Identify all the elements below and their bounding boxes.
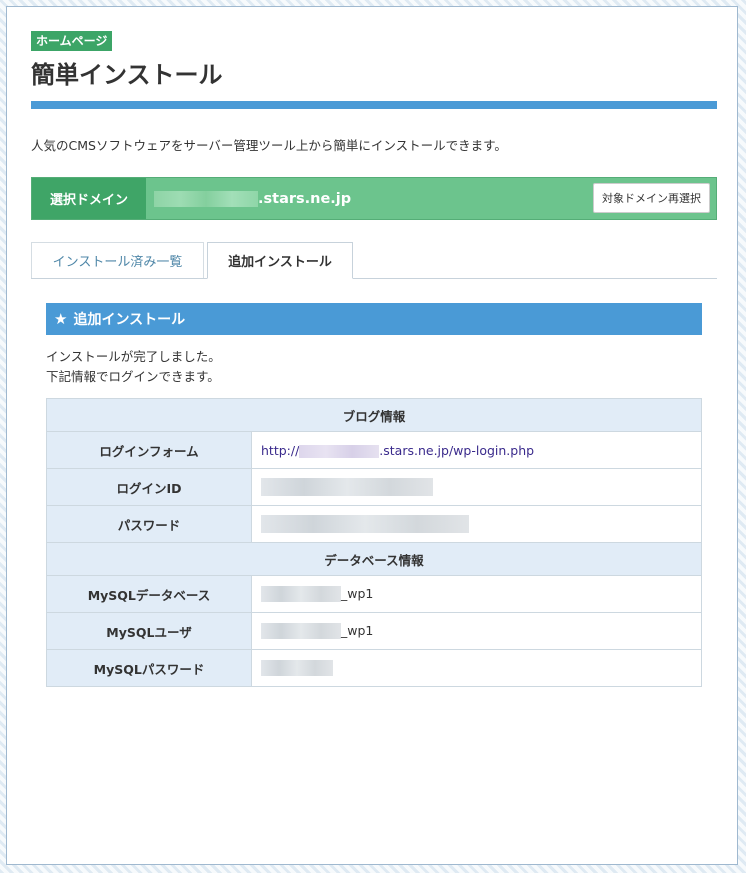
login-url-suffix: .stars.ne.jp/wp-login.php bbox=[379, 442, 535, 458]
table-row: ログインフォーム http:// .stars.ne.jp/wp-login.ph… bbox=[46, 431, 702, 469]
mysql-database-label: MySQLデータベース bbox=[46, 575, 252, 613]
login-form-label: ログインフォーム bbox=[46, 431, 252, 469]
table-row: MySQLユーザ _wp1 bbox=[46, 612, 702, 650]
redacted-login-id bbox=[261, 478, 433, 496]
tab-add-install[interactable]: 追加インストール bbox=[207, 242, 353, 279]
login-id-label: ログインID bbox=[46, 468, 252, 506]
completion-message: インストールが完了しました。 下記情報でログインできます。 bbox=[46, 347, 221, 387]
password-label: パスワード bbox=[46, 505, 252, 543]
homepage-badge: ホームページ bbox=[31, 31, 113, 51]
section-header: ★ 追加インストール bbox=[46, 303, 702, 335]
redacted-db-password bbox=[261, 660, 333, 677]
domain-suffix: .stars.ne.jp bbox=[258, 190, 352, 207]
redacted-db-user bbox=[261, 623, 341, 640]
domain-selector-bar: 選択ドメイン .stars.ne.jp 対象ドメイン再選択 bbox=[31, 177, 717, 220]
database-info-header: データベース情報 bbox=[46, 542, 702, 576]
message-line-1: インストールが完了しました。 bbox=[46, 349, 221, 364]
selected-domain: .stars.ne.jp bbox=[154, 190, 352, 207]
blog-info-header: ブログ情報 bbox=[46, 398, 702, 432]
message-line-2: 下記情報でログインできます。 bbox=[46, 369, 220, 384]
section-title: 追加インストール bbox=[73, 312, 186, 328]
install-info-table: ブログ情報 ログインフォーム http:// .stars.ne.jp/wp-lo… bbox=[46, 398, 702, 687]
mysql-user-suffix: _wp1 bbox=[341, 622, 374, 638]
mysql-user-label: MySQLユーザ bbox=[46, 612, 252, 650]
redacted-domain-name bbox=[154, 190, 258, 207]
table-row: MySQLパスワード bbox=[46, 649, 702, 687]
table-row: MySQLデータベース _wp1 bbox=[46, 575, 702, 613]
title-underline bbox=[31, 101, 717, 109]
domain-label: 選択ドメイン bbox=[32, 178, 146, 219]
reselect-domain-button[interactable]: 対象ドメイン再選択 bbox=[593, 183, 710, 213]
login-url-prefix: http:// bbox=[261, 442, 300, 458]
login-url-link[interactable]: http:// .stars.ne.jp/wp-login.php bbox=[261, 443, 534, 458]
page-title: 簡単インストール bbox=[31, 61, 223, 89]
redacted-db-name bbox=[261, 586, 341, 603]
tab-bar: インストール済み一覧 追加インストール bbox=[31, 242, 717, 279]
tab-installed-list[interactable]: インストール済み一覧 bbox=[31, 242, 204, 278]
table-row: パスワード bbox=[46, 505, 702, 543]
redacted-url-part bbox=[299, 444, 380, 458]
redacted-password bbox=[261, 515, 469, 533]
table-row: ログインID bbox=[46, 468, 702, 506]
mysql-database-suffix: _wp1 bbox=[341, 585, 374, 601]
star-icon: ★ bbox=[54, 310, 68, 328]
page-description: 人気のCMSソフトウェアをサーバー管理ツール上から簡単にインストールできます。 bbox=[31, 138, 507, 153]
main-panel: ホームページ 簡単インストール 人気のCMSソフトウェアをサーバー管理ツール上か… bbox=[6, 6, 738, 865]
mysql-password-label: MySQLパスワード bbox=[46, 649, 252, 687]
